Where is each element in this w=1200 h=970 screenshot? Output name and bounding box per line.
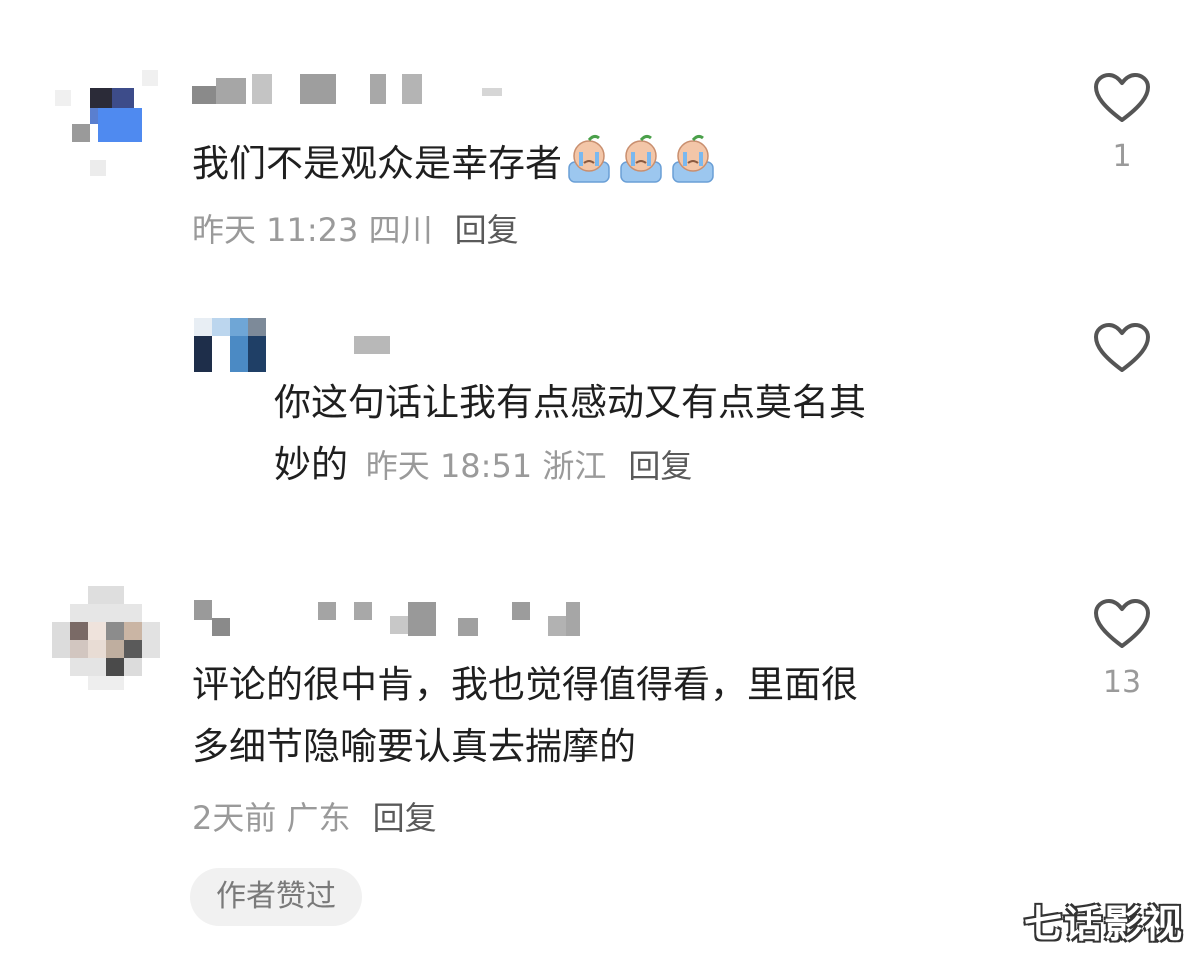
comment-location: 四川 bbox=[368, 211, 433, 249]
heart-outline-icon[interactable] bbox=[1093, 322, 1151, 374]
heart-outline-icon[interactable] bbox=[1093, 598, 1151, 650]
reply-button[interactable]: 回复 bbox=[373, 799, 437, 837]
avatar[interactable] bbox=[52, 586, 160, 690]
crying-face-icon bbox=[672, 134, 714, 183]
watermark: 七话影视 bbox=[1023, 902, 1184, 946]
reply-username[interactable] bbox=[354, 336, 394, 356]
comment-meta: 昨天 11:23 四川 回复 bbox=[192, 210, 519, 250]
like-button[interactable]: 13 bbox=[1087, 598, 1157, 700]
crying-face-icon bbox=[568, 134, 610, 183]
like-count: 1 bbox=[1112, 139, 1132, 174]
heart-outline-icon[interactable] bbox=[1093, 72, 1151, 124]
like-button[interactable]: 1 bbox=[1087, 72, 1157, 174]
like-button[interactable] bbox=[1087, 322, 1157, 374]
reply-button[interactable]: 回复 bbox=[455, 211, 519, 249]
reply-avatar[interactable] bbox=[194, 318, 266, 372]
comment-meta: 2天前 广东 回复 bbox=[192, 798, 437, 838]
avatar[interactable] bbox=[50, 70, 160, 180]
username[interactable] bbox=[194, 600, 594, 640]
comment-text: 评论的很中肯，我也觉得值得看，里面很 bbox=[192, 663, 858, 706]
like-count: 13 bbox=[1102, 665, 1142, 700]
comment-location: 浙江 bbox=[542, 447, 607, 485]
reply-button[interactable]: 回复 bbox=[628, 447, 692, 485]
author-liked-badge: 作者赞过 bbox=[190, 868, 362, 926]
crying-face-emoji-icon bbox=[564, 132, 720, 197]
username[interactable] bbox=[192, 70, 522, 106]
comment-time: 昨天 11:23 bbox=[192, 211, 359, 249]
comment-time: 昨天 18:51 bbox=[365, 447, 533, 485]
comment-location: 广东 bbox=[286, 799, 351, 837]
comment-text: 我们不是观众是幸存者 bbox=[192, 132, 720, 197]
comment-text-line2: 多细节隐喻要认真去揣摩的 bbox=[192, 725, 636, 768]
comment-text-line2: 妙的 昨天 18:51 浙江 回复 bbox=[274, 443, 693, 486]
comment-text: 你这句话让我有点感动又有点莫名其 bbox=[274, 381, 866, 424]
comment-time: 2天前 bbox=[192, 799, 277, 837]
crying-face-icon bbox=[620, 134, 662, 183]
